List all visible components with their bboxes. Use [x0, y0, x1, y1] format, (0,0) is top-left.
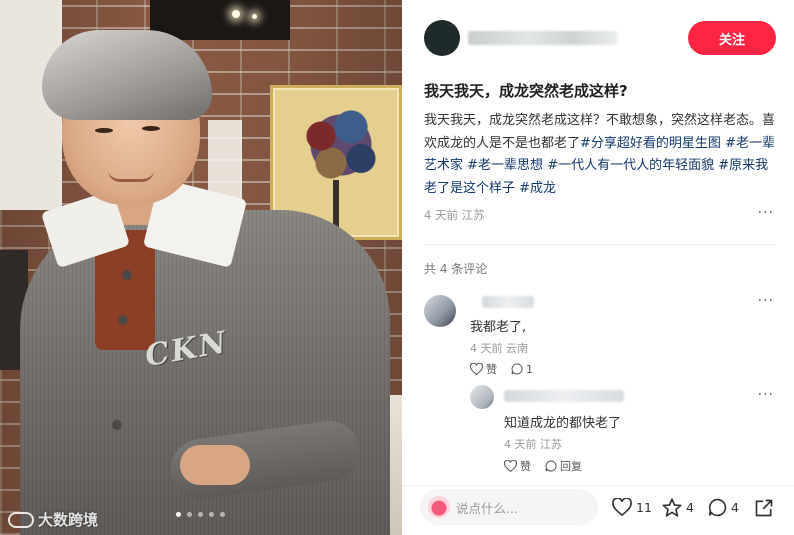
collect-button[interactable]: 4 — [662, 498, 694, 517]
comment-actions: 赞 1 — [470, 361, 533, 377]
comment-like-button[interactable]: 赞 — [504, 458, 531, 474]
comment-more-icon[interactable]: ··· — [758, 293, 774, 309]
divider — [424, 244, 774, 245]
like-count: 11 — [636, 499, 652, 515]
commenter-name-blurred[interactable] — [504, 390, 624, 402]
user-avatar-icon — [428, 496, 450, 518]
heart-icon — [504, 460, 517, 472]
heart-icon — [612, 498, 632, 516]
commenter-avatar[interactable] — [470, 385, 494, 409]
post-meta: 4 天前 江苏 — [424, 208, 485, 222]
comment-like-button[interactable]: 赞 — [470, 361, 497, 377]
comment-bubble-icon — [545, 460, 557, 472]
post-more-icon[interactable]: ··· — [758, 205, 774, 221]
collect-count: 4 — [686, 500, 694, 515]
author-info[interactable] — [424, 20, 618, 56]
comments-count: 4 — [731, 500, 739, 515]
post-image[interactable]: CKN 大数跨境 — [0, 0, 402, 535]
comment-text: 知道成龙的都快老了 — [504, 416, 622, 431]
follow-button[interactable]: 关注 — [688, 21, 776, 55]
post-title: 我天我天，成龙突然老成这样? — [424, 82, 628, 100]
carousel-dot[interactable] — [176, 512, 181, 517]
carousel-dot[interactable] — [198, 512, 203, 517]
comment-meta: 4 天前 云南 — [470, 342, 528, 355]
share-icon — [755, 499, 773, 517]
author-name-blurred[interactable] — [468, 31, 618, 45]
bottom-action-bar: 说点什么... 11 4 4 — [402, 485, 794, 535]
comment-bubble-icon — [511, 363, 523, 375]
carousel-dot[interactable] — [220, 512, 225, 517]
share-button[interactable] — [754, 498, 774, 518]
comment-text: 我都老了, — [470, 320, 527, 335]
avatar[interactable] — [424, 20, 460, 56]
commenter-avatar[interactable] — [424, 295, 456, 327]
comment-actions: 赞 回复 — [504, 458, 582, 474]
comment-bubble-icon — [708, 498, 727, 517]
comment-count: 共 4 条评论 — [424, 262, 488, 276]
comment-reply-button[interactable]: 回复 — [545, 458, 582, 474]
carousel-dot[interactable] — [187, 512, 192, 517]
hashtag-link[interactable]: #分享超好看的明星生图 — [580, 136, 721, 151]
watermark: 大数跨境 — [8, 509, 98, 530]
like-button[interactable]: 11 — [612, 498, 652, 516]
comment-input[interactable]: 说点什么... — [420, 489, 598, 525]
hashtag-link[interactable]: #一代人有一代人的年轻面貌 — [547, 158, 714, 173]
comment-meta: 4 天前 江苏 — [504, 438, 562, 451]
comment-more-icon[interactable]: ··· — [758, 387, 774, 403]
comments-button[interactable]: 4 — [708, 498, 739, 517]
star-icon — [662, 498, 682, 517]
heart-icon — [470, 363, 483, 375]
post-body: 我天我天，成龙突然老成这样？不敢想象，突然这样老态。喜欢成龙的人是不是也都老了#… — [424, 110, 778, 200]
hashtag-link[interactable]: #成龙 — [519, 181, 556, 196]
carousel-indicator — [176, 512, 225, 517]
carousel-dot[interactable] — [209, 512, 214, 517]
commenter-name-blurred[interactable] — [482, 296, 534, 308]
watermark-logo-icon — [8, 511, 34, 528]
comment-reply-button[interactable]: 1 — [511, 363, 533, 376]
post-detail-panel: 关注 我天我天，成龙突然老成这样? 我天我天，成龙突然老成这样？不敢想象，突然这… — [402, 0, 794, 535]
comment-input-placeholder: 说点什么... — [456, 500, 518, 516]
hashtag-link[interactable]: #老一辈思想 — [467, 158, 543, 173]
